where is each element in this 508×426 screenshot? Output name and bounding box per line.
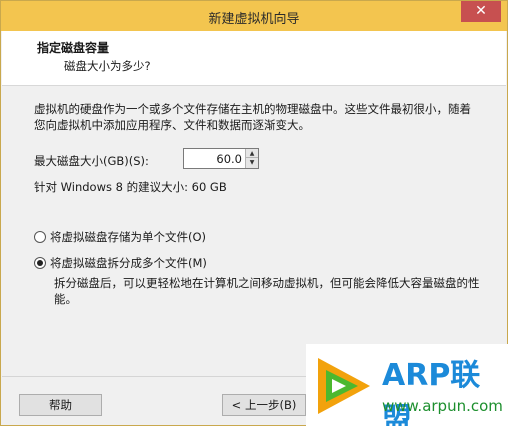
disk-size-label: 最大磁盘大小(GB)(S):	[34, 154, 149, 168]
radio-split-files[interactable]	[34, 257, 46, 269]
option-single-file[interactable]: 将虚拟磁盘存储为单个文件(O)	[34, 229, 206, 245]
recommended-size-text: 针对 Windows 8 的建议大小: 60 GB	[34, 180, 227, 194]
page-subtitle: 磁盘大小为多少?	[64, 59, 151, 73]
wizard-window: 新建虚拟机向导 ✕ 指定磁盘容量 磁盘大小为多少? 虚拟机的硬盘作为一个或多个文…	[0, 0, 508, 426]
spin-up-icon[interactable]: ▲	[245, 149, 258, 158]
disk-size-stepper[interactable]: ▲ ▼	[183, 148, 259, 169]
watermark: ARP联盟 www.arpun.com	[306, 344, 508, 426]
option-split-files[interactable]: 将虚拟磁盘拆分成多个文件(M)	[34, 255, 207, 271]
watermark-url: www.arpun.com	[382, 397, 503, 415]
option-single-file-label: 将虚拟磁盘存储为单个文件(O)	[50, 230, 207, 244]
spin-down-icon[interactable]: ▼	[245, 158, 258, 168]
arp-logo-icon	[318, 358, 370, 414]
title-bar[interactable]: 新建虚拟机向导 ✕	[1, 1, 507, 31]
split-files-note: 拆分磁盘后，可以更轻松地在计算机之间移动虚拟机，但可能会降低大容量磁盘的性能。	[54, 276, 480, 306]
disk-description: 虚拟机的硬盘作为一个或多个文件存储在主机的物理磁盘中。这些文件最初很小，随着您向…	[34, 102, 471, 132]
back-button[interactable]: < 上一步(B)	[222, 394, 306, 416]
close-icon[interactable]: ✕	[461, 1, 501, 22]
wizard-header: 指定磁盘容量 磁盘大小为多少?	[2, 31, 506, 86]
page-title: 指定磁盘容量	[37, 41, 110, 55]
window-title: 新建虚拟机向导	[208, 12, 300, 27]
option-split-files-label: 将虚拟磁盘拆分成多个文件(M)	[50, 256, 207, 270]
radio-single-file[interactable]	[34, 231, 46, 243]
disk-size-input[interactable]	[184, 149, 246, 168]
help-button[interactable]: 帮助	[19, 394, 102, 416]
